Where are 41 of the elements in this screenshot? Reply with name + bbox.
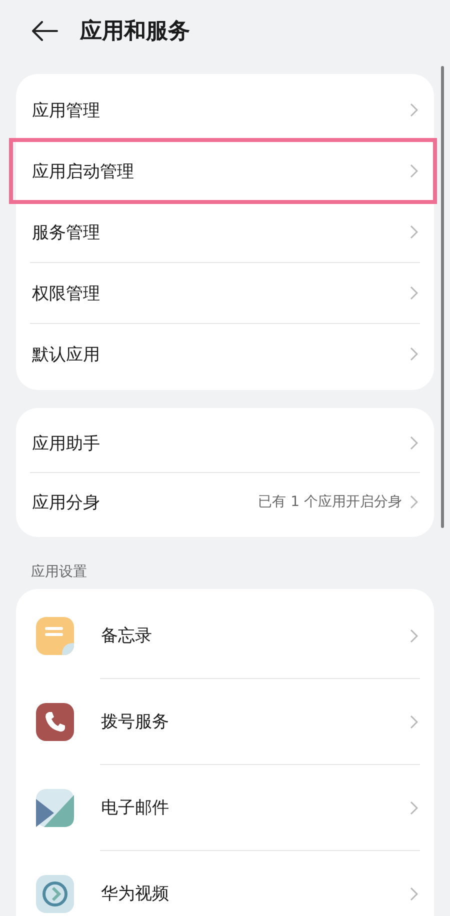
app-row[interactable]: 备忘录	[16, 593, 434, 678]
chevron-icon	[410, 103, 418, 117]
app-row[interactable]: 电子邮件	[16, 765, 434, 850]
chevron-icon	[410, 436, 418, 450]
chevron-icon	[410, 225, 418, 239]
chevron-icon	[410, 886, 418, 900]
app-name: 拨号服务	[101, 711, 170, 733]
settings-row[interactable]: 应用分身 已有 1 个应用开启分身	[16, 473, 434, 531]
chevron-icon	[410, 800, 418, 814]
app-name: 华为视频	[101, 883, 170, 905]
app-name: 备忘录	[101, 625, 153, 647]
page-title: 应用和服务	[80, 18, 190, 46]
play-icon	[36, 874, 74, 912]
phone-icon	[36, 702, 74, 740]
row-label: 默认应用	[32, 344, 100, 366]
settings-row[interactable]: 默认应用	[16, 324, 434, 384]
chevron-icon	[410, 347, 418, 361]
row-label: 应用启动管理	[32, 160, 134, 182]
notes-icon	[36, 616, 74, 654]
settings-row[interactable]: 应用启动管理	[16, 141, 434, 201]
row-label: 应用助手	[32, 432, 100, 454]
chevron-icon	[410, 164, 418, 178]
app-name: 电子邮件	[101, 797, 170, 819]
envelope-icon	[36, 788, 74, 826]
chevron-icon	[410, 714, 418, 728]
settings-row[interactable]: 权限管理	[16, 263, 434, 323]
row-label: 服务管理	[32, 222, 100, 244]
row-label: 应用管理	[32, 100, 100, 122]
section-heading: 应用设置	[30, 563, 88, 582]
settings-row[interactable]: 服务管理	[16, 202, 434, 262]
chevron-icon	[410, 628, 418, 642]
chevron-icon	[410, 286, 418, 300]
chevron-icon	[410, 495, 418, 509]
row-label: 权限管理	[32, 282, 100, 304]
app-row[interactable]: 华为视频	[16, 851, 434, 916]
row-value: 已有 1 个应用开启分身	[258, 493, 402, 511]
back-icon[interactable]	[32, 21, 58, 41]
app-row[interactable]: 拨号服务	[16, 679, 434, 764]
settings-row[interactable]: 应用管理	[16, 80, 434, 140]
row-label: 应用分身	[32, 492, 100, 514]
settings-row[interactable]: 应用助手	[16, 414, 434, 472]
